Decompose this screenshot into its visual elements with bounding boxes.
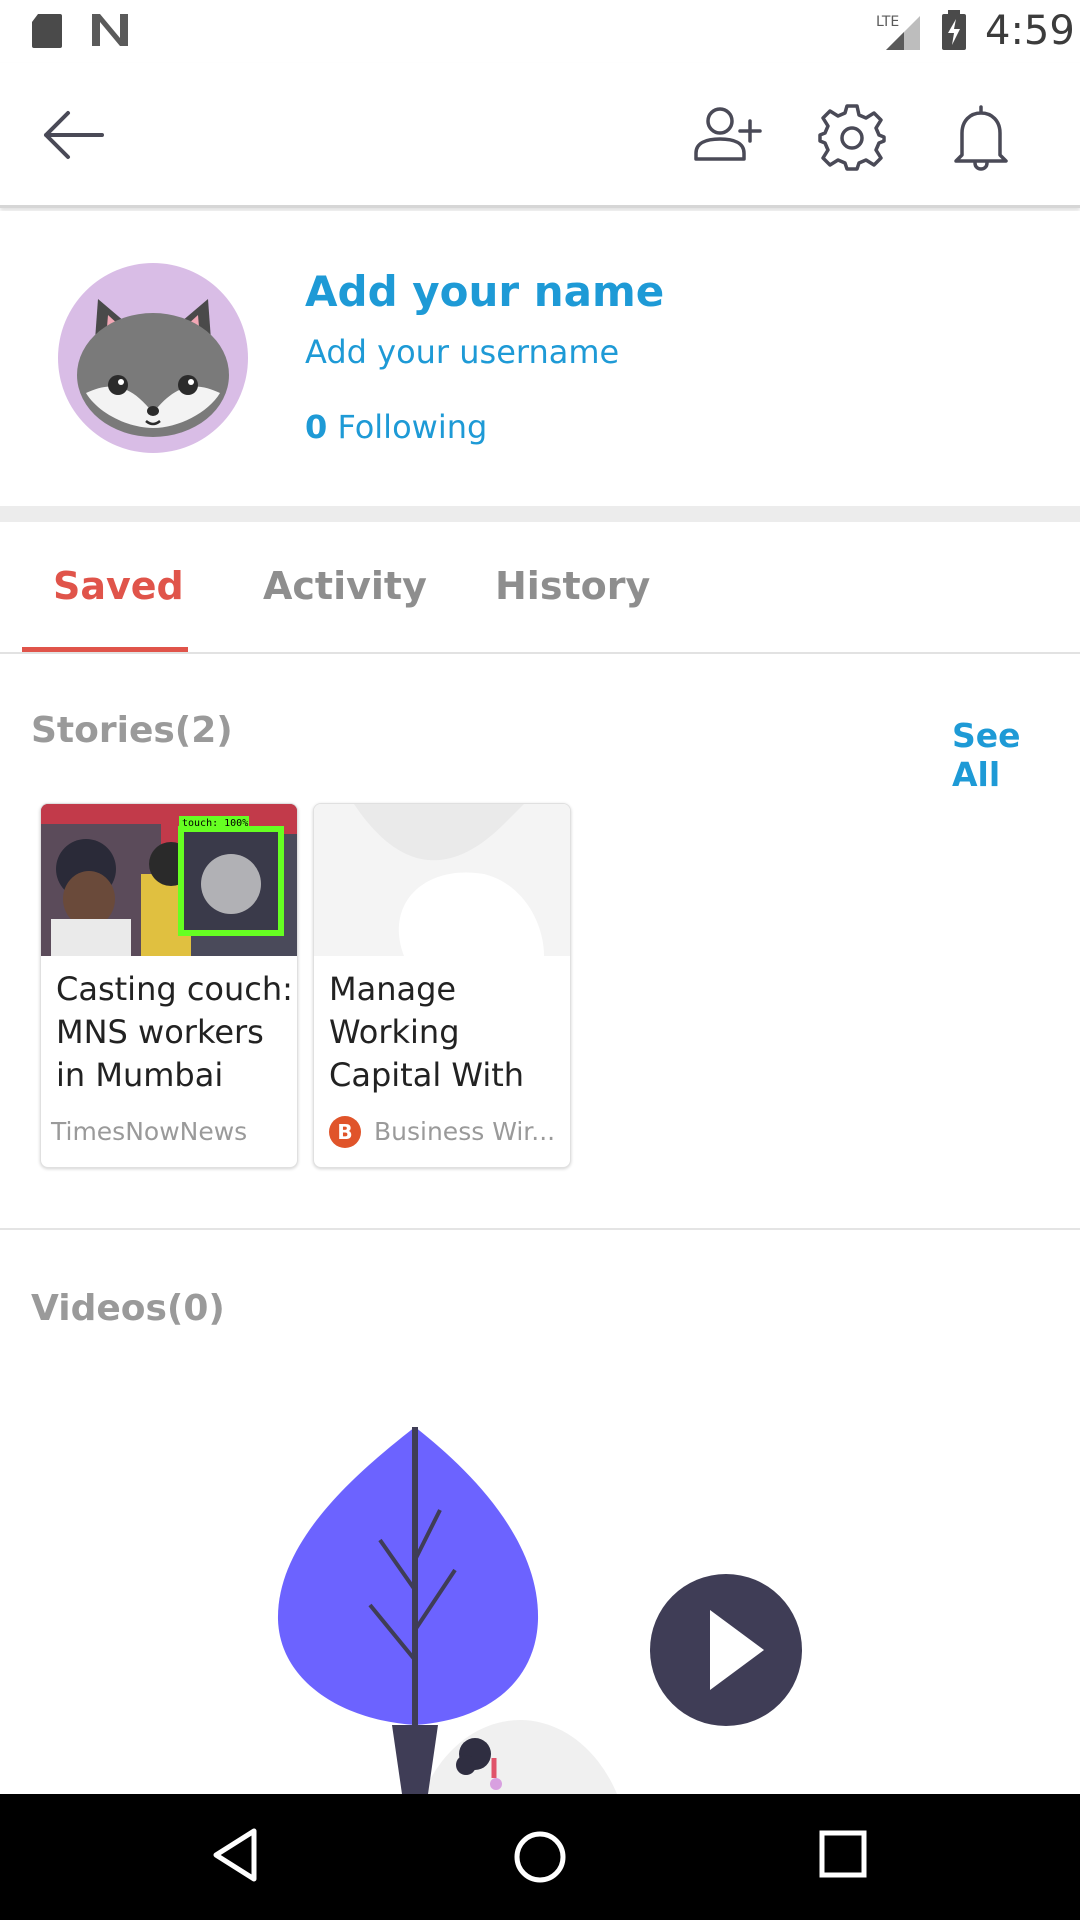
status-clock: 4:59 [985,8,1075,54]
battery-charging-icon [940,10,968,56]
section-divider [0,506,1080,522]
stories-section-title: Stories(2) [31,710,233,751]
bell-icon [954,105,1008,171]
nav-home-button[interactable] [510,1827,570,1891]
tab-history[interactable]: History [495,564,650,608]
svg-text:LTE: LTE [876,14,899,30]
story-card[interactable]: Manage Working Capital With B Business W… [313,803,571,1168]
profile-name[interactable]: Add your name [305,267,664,316]
nav-recents-button[interactable] [818,1829,870,1885]
story-headline: Manage Working Capital With [329,970,525,1094]
lte-signal-icon: LTE [876,12,924,56]
tab-indicator [22,647,188,652]
n-logo-icon [90,12,130,52]
story-source: TimesNowNews [51,1117,248,1146]
nav-back-button[interactable] [210,1827,260,1887]
status-bar: LTE 4:59 [0,0,1080,63]
top-app-bar [0,63,1080,208]
story-source: Business Wir... [374,1117,556,1146]
profile-username[interactable]: Add your username [305,333,619,371]
see-all-link[interactable]: See All [952,716,1080,794]
source-logo: B [329,1116,361,1148]
videos-section-title: Videos(0) [31,1288,225,1329]
sd-card-icon [30,12,64,54]
story-thumbnail-placeholder [314,804,570,956]
profile-tabs: Saved Activity History [0,522,1080,654]
circle-home-icon [514,1831,566,1883]
system-nav-bar [0,1794,1080,1920]
notifications-button[interactable] [950,103,1012,171]
following-count: 0 [305,408,328,446]
square-recents-icon [819,1830,867,1878]
back-button[interactable] [40,105,110,165]
back-arrow-icon [44,111,104,159]
avatar[interactable] [58,263,248,453]
following-label: Following [337,408,488,446]
tab-activity[interactable]: Activity [263,564,427,608]
triangle-back-icon [213,1828,257,1882]
add-user-button[interactable] [690,103,762,167]
empty-videos-illustration [0,1380,1080,1920]
add-user-icon [694,107,762,161]
profile-screen: LTE 4:59 Add your name Add your username… [0,0,1080,1920]
detection-label: touch: 100% [182,818,248,829]
fox-avatar-icon [77,299,229,437]
story-card[interactable]: touch: 100% Casting couch: MNS workers i… [40,803,298,1168]
gear-icon [818,104,886,171]
story-headline: Casting couch: MNS workers in Mumbai [56,970,293,1094]
following-link[interactable]: 0 Following [305,408,487,446]
story-thumbnail: touch: 100% [41,804,297,956]
profile-header: Add your name Add your username 0 Follow… [0,211,1080,506]
section-divider [0,1228,1080,1230]
tab-saved[interactable]: Saved [53,564,184,608]
settings-button[interactable] [818,103,886,171]
